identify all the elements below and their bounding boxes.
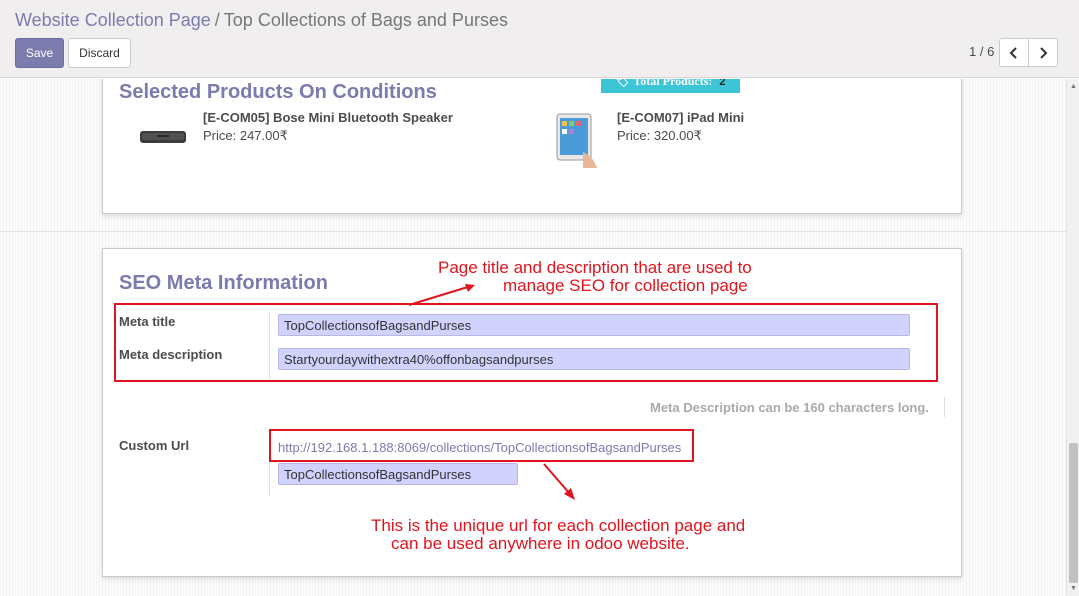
product-price: Price: 247.00₹: [203, 128, 288, 143]
total-products-count: 2: [719, 79, 726, 88]
ipad-product-image: [556, 113, 597, 168]
breadcrumb-current: Top Collections of Bags and Purses: [223, 10, 508, 30]
product-price: Price: 320.00₹: [617, 128, 702, 143]
meta-description-help: Meta Description can be 160 characters l…: [650, 400, 929, 415]
url-annotation-line2: can be used anywhere in odoo website.: [391, 534, 690, 553]
scroll-down-arrow-icon[interactable]: ▼: [1069, 584, 1078, 592]
product-card[interactable]: [E-COM05] Bose Mini Bluetooth Speaker Pr…: [133, 108, 493, 168]
product-card[interactable]: [E-COM07] iPad Mini Price: 320.00₹: [551, 108, 811, 178]
speaker-product-image: [140, 131, 186, 143]
tag-icon: 🏷: [615, 79, 630, 88]
scrollbar-thumb[interactable]: [1069, 443, 1078, 583]
control-panel: Website Collection Page / Top Collections …: [0, 0, 1079, 78]
total-products-label: Total Products:: [633, 79, 713, 88]
product-name: [E-COM07] iPad Mini: [617, 110, 745, 125]
pager-value[interactable]: 1 / 6: [969, 44, 994, 59]
seo-annotation-line2: manage SEO for collection page: [503, 276, 748, 295]
save-button[interactable]: Save: [15, 38, 64, 68]
url-annotation-arrow-icon: [543, 463, 575, 500]
seo-fields-highlight-box: [114, 303, 938, 382]
products-sheet: Selected Products On Conditions 🏷 Total …: [102, 79, 962, 214]
custom-url-label: Custom Url: [119, 438, 190, 453]
scroll-up-arrow-icon[interactable]: ▲: [1069, 82, 1078, 90]
custom-url-input[interactable]: TopCollectionsofBagsandPurses: [278, 463, 518, 485]
breadcrumb-parent-link[interactable]: Website Collection Page: [15, 10, 211, 30]
product-name: [E-COM05] Bose Mini Bluetooth Speaker: [203, 110, 453, 125]
chevron-left-icon: [1009, 46, 1017, 59]
section-divider: [0, 231, 1066, 232]
breadcrumb-separator: /: [214, 10, 220, 30]
help-divider: [944, 397, 945, 417]
pager-previous-button[interactable]: [999, 38, 1029, 67]
pager-next-button[interactable]: [1028, 38, 1058, 67]
seo-annotation-line1: Page title and description that are used…: [438, 258, 752, 277]
total-products-badge: 🏷 Total Products: 2: [601, 79, 740, 93]
url-highlight-box: [269, 429, 694, 462]
breadcrumb: Website Collection Page / Top Collections …: [15, 10, 508, 31]
vertical-scrollbar[interactable]: ▲ ▼: [1066, 79, 1079, 596]
seo-section-title: SEO Meta Information: [119, 272, 328, 294]
products-section-title: Selected Products On Conditions: [119, 81, 437, 103]
discard-button[interactable]: Discard: [68, 38, 131, 68]
chevron-right-icon: [1040, 46, 1048, 59]
url-annotation-line1: This is the unique url for each collecti…: [371, 516, 746, 535]
